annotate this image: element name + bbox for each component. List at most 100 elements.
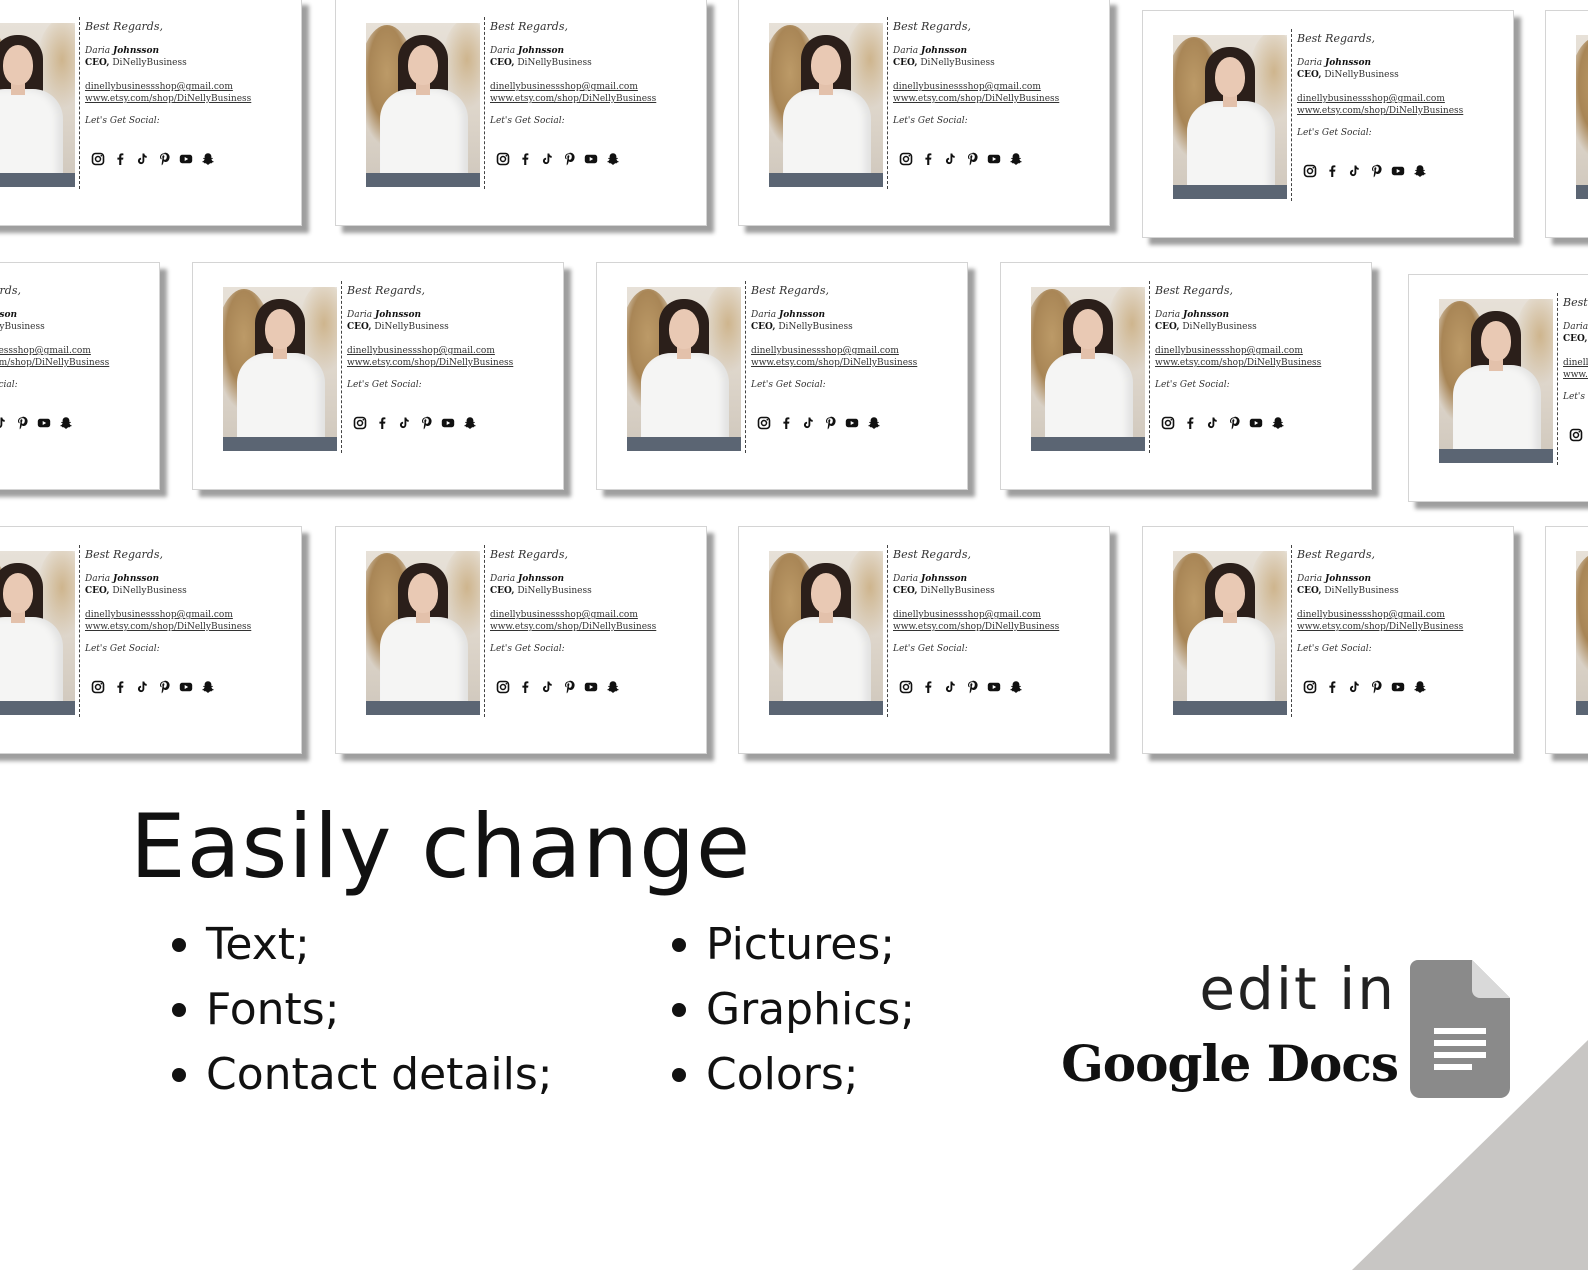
youtube-icon[interactable] (1249, 416, 1263, 430)
pinterest-icon[interactable] (562, 680, 576, 694)
instagram-icon[interactable] (91, 152, 105, 166)
email-link[interactable]: dinellybusinessshop@gmail.com (1155, 345, 1365, 357)
snapchat-icon[interactable] (867, 416, 881, 430)
email-link[interactable]: dinellybusinessshop@gmail.com (347, 345, 557, 357)
facebook-icon[interactable] (113, 152, 127, 166)
snapchat-icon[interactable] (1413, 680, 1427, 694)
youtube-icon[interactable] (441, 416, 455, 430)
instagram-icon[interactable] (496, 152, 510, 166)
snapchat-icon[interactable] (59, 416, 73, 430)
email-link[interactable]: dinellybusinessshop@gmail.com (85, 81, 295, 93)
snapchat-icon[interactable] (201, 152, 215, 166)
pinterest-icon[interactable] (15, 416, 29, 430)
tiktok-icon[interactable] (540, 680, 554, 694)
website-link[interactable]: www.etsy.com/shop/DiNellyBusiness (347, 357, 557, 369)
website-link[interactable]: www.etsy.com/shop/DiNellyBusiness (893, 621, 1103, 633)
youtube-icon[interactable] (1391, 164, 1405, 178)
youtube-icon[interactable] (987, 152, 1001, 166)
snapchat-icon[interactable] (1413, 164, 1427, 178)
youtube-icon[interactable] (584, 680, 598, 694)
snapchat-icon[interactable] (606, 680, 620, 694)
email-link[interactable]: dinellybusinessshop@gmail.com (1297, 609, 1507, 621)
pinterest-icon[interactable] (419, 416, 433, 430)
website-link[interactable]: www.etsy.com/shop/DiNellyBusiness (85, 93, 295, 105)
youtube-icon[interactable] (1391, 680, 1405, 694)
pinterest-icon[interactable] (157, 680, 171, 694)
website-link[interactable]: www.etsy.com/shop/DiNellyBusiness (893, 93, 1103, 105)
facebook-icon[interactable] (921, 680, 935, 694)
youtube-icon[interactable] (845, 416, 859, 430)
email-link[interactable]: dinellybusinessshop@gmail.com (490, 609, 700, 621)
tiktok-icon[interactable] (1347, 680, 1361, 694)
facebook-icon[interactable] (518, 680, 532, 694)
youtube-icon[interactable] (987, 680, 1001, 694)
instagram-icon[interactable] (899, 152, 913, 166)
snapchat-icon[interactable] (606, 152, 620, 166)
youtube-icon[interactable] (179, 152, 193, 166)
pinterest-icon[interactable] (157, 152, 171, 166)
facebook-icon[interactable] (1325, 164, 1339, 178)
snapchat-icon[interactable] (1009, 680, 1023, 694)
facebook-icon[interactable] (1325, 680, 1339, 694)
snapchat-icon[interactable] (463, 416, 477, 430)
tiktok-icon[interactable] (1347, 164, 1361, 178)
website-link[interactable]: www.etsy.com/shop/DiNellyBusiness (1563, 369, 1588, 381)
pinterest-icon[interactable] (965, 680, 979, 694)
tiktok-icon[interactable] (0, 416, 7, 430)
instagram-icon[interactable] (496, 680, 510, 694)
snapchat-icon[interactable] (201, 680, 215, 694)
facebook-icon[interactable] (375, 416, 389, 430)
instagram-icon[interactable] (91, 680, 105, 694)
tiktok-icon[interactable] (540, 152, 554, 166)
website-link[interactable]: www.etsy.com/shop/DiNellyBusiness (490, 93, 700, 105)
website-link[interactable]: www.etsy.com/shop/DiNellyBusiness (490, 621, 700, 633)
tiktok-icon[interactable] (943, 152, 957, 166)
youtube-icon[interactable] (37, 416, 51, 430)
pinterest-icon[interactable] (1369, 164, 1383, 178)
email-link[interactable]: dinellybusinessshop@gmail.com (893, 609, 1103, 621)
email-link[interactable]: dinellybusinessshop@gmail.com (893, 81, 1103, 93)
website-link[interactable]: www.etsy.com/shop/DiNellyBusiness (751, 357, 961, 369)
pinterest-icon[interactable] (562, 152, 576, 166)
email-link[interactable]: dinellybusinessshop@gmail.com (1297, 93, 1507, 105)
tiktok-icon[interactable] (943, 680, 957, 694)
email-link[interactable]: dinellybusinessshop@gmail.com (490, 81, 700, 93)
instagram-icon[interactable] (757, 416, 771, 430)
website-link[interactable]: www.etsy.com/shop/DiNellyBusiness (0, 357, 153, 369)
greeting: Best Regards, (893, 20, 971, 33)
snapchat-icon[interactable] (1271, 416, 1285, 430)
instagram-icon[interactable] (1303, 164, 1317, 178)
facebook-icon[interactable] (779, 416, 793, 430)
website-link[interactable]: www.etsy.com/shop/DiNellyBusiness (85, 621, 295, 633)
pinterest-icon[interactable] (823, 416, 837, 430)
website-link[interactable]: www.etsy.com/shop/DiNellyBusiness (1155, 357, 1365, 369)
email-link[interactable]: dinellybusinessshop@gmail.com (751, 345, 961, 357)
snapchat-icon[interactable] (1009, 152, 1023, 166)
facebook-icon[interactable] (1183, 416, 1197, 430)
tiktok-icon[interactable] (801, 416, 815, 430)
contact-links: dinellybusinessshop@gmail.com www.etsy.c… (751, 345, 961, 369)
facebook-icon[interactable] (518, 152, 532, 166)
website-link[interactable]: www.etsy.com/shop/DiNellyBusiness (1297, 621, 1507, 633)
greeting: Best Regards, (1563, 296, 1588, 309)
email-link[interactable]: dinellybusinessshop@gmail.com (1563, 357, 1588, 369)
email-link[interactable]: dinellybusinessshop@gmail.com (85, 609, 295, 621)
pinterest-icon[interactable] (1227, 416, 1241, 430)
tiktok-icon[interactable] (397, 416, 411, 430)
tiktok-icon[interactable] (135, 680, 149, 694)
instagram-icon[interactable] (899, 680, 913, 694)
instagram-icon[interactable] (1303, 680, 1317, 694)
youtube-icon[interactable] (179, 680, 193, 694)
email-link[interactable]: dinellybusinessshop@gmail.com (0, 345, 153, 357)
facebook-icon[interactable] (113, 680, 127, 694)
pinterest-icon[interactable] (965, 152, 979, 166)
youtube-icon[interactable] (584, 152, 598, 166)
instagram-icon[interactable] (1161, 416, 1175, 430)
pinterest-icon[interactable] (1369, 680, 1383, 694)
tiktok-icon[interactable] (135, 152, 149, 166)
tiktok-icon[interactable] (1205, 416, 1219, 430)
website-link[interactable]: www.etsy.com/shop/DiNellyBusiness (1297, 105, 1507, 117)
instagram-icon[interactable] (353, 416, 367, 430)
instagram-icon[interactable] (1569, 428, 1583, 442)
facebook-icon[interactable] (921, 152, 935, 166)
